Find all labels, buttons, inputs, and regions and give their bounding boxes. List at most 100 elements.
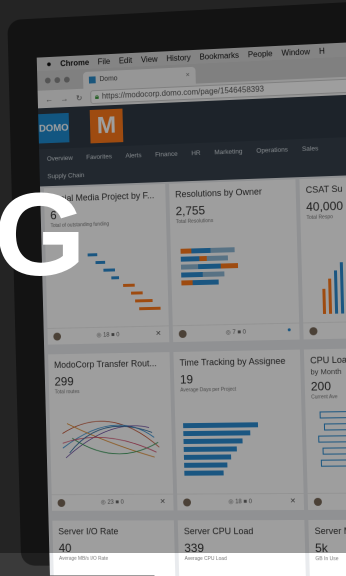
card-server-io[interactable]: Server I/O Rate 40 Average MB/s I/O Rate [52, 520, 176, 576]
avatar[interactable] [58, 499, 66, 507]
url-text: https://modocorp.domo.com/page/154645839… [102, 85, 264, 101]
menu-view[interactable]: View [141, 54, 158, 64]
card-value: 19 [180, 372, 193, 386]
menu-chrome[interactable]: Chrome [60, 58, 89, 68]
card-caption: Total Resolutions [176, 218, 213, 225]
menu-bookmarks[interactable]: Bookmarks [199, 50, 239, 61]
close-icon[interactable]: ✕ [290, 497, 296, 505]
apple-icon[interactable]: ● [46, 59, 51, 69]
box-plot [324, 423, 346, 430]
card-footer: ◎ 18 ■ 0 ✕ [177, 493, 304, 511]
menu-window[interactable]: Window [281, 47, 310, 57]
card-caption: Average Days per Project [180, 387, 236, 394]
card-title: Time Tracking by Assignee [179, 356, 285, 368]
screen: ● Chrome File Edit View History Bookmark… [37, 41, 346, 576]
avatar[interactable] [53, 333, 61, 341]
stacked-bar [181, 271, 224, 277]
g-letter-overlay: G [0, 176, 82, 294]
menu-people[interactable]: People [248, 49, 273, 59]
card-resolutions[interactable]: Resolutions by Owner 2,755 Total Resolut… [169, 179, 300, 342]
hbar [184, 462, 227, 467]
box-plot [320, 411, 346, 418]
card-title: CSAT Su [306, 184, 343, 195]
chat-icon[interactable]: ● [287, 327, 291, 334]
avatar[interactable] [314, 498, 322, 506]
zoom-window-icon[interactable] [64, 77, 70, 83]
avatar[interactable] [309, 327, 317, 335]
close-icon[interactable]: ✕ [160, 498, 166, 506]
nav-alerts[interactable]: Alerts [125, 152, 141, 160]
reload-icon[interactable]: ↻ [76, 93, 83, 102]
brand-logo[interactable]: M [90, 109, 124, 144]
nav-finance[interactable]: Finance [155, 151, 178, 159]
card-csat[interactable]: CSAT Su 40,000 Total Respo [299, 176, 346, 339]
card-title: Server CPU Load [184, 526, 254, 536]
hbar [183, 438, 242, 444]
card-value: 40,000 [306, 199, 343, 214]
card-value: 299 [54, 375, 73, 389]
domo-logo[interactable]: DOMO [38, 113, 69, 144]
card-caption: Current Ave [311, 394, 338, 400]
minimize-window-icon[interactable] [54, 77, 60, 83]
tab-title: Domo [99, 75, 117, 83]
menu-edit[interactable]: Edit [119, 55, 133, 65]
avatar[interactable] [179, 330, 187, 338]
box-plot [321, 459, 346, 466]
stacked-bar [181, 255, 228, 261]
avatar[interactable] [183, 498, 191, 506]
card-stats: ◎ 18 ■ 0 [96, 331, 119, 338]
back-arrow-icon[interactable]: ← [45, 94, 53, 103]
menu-file[interactable]: File [98, 57, 111, 66]
hbar [183, 422, 258, 428]
gantt-bar [95, 261, 105, 264]
card-title: Server Mem [315, 526, 346, 536]
card-transfer-routes[interactable]: ModoCorp Transfer Rout... 299 Total rout… [48, 352, 173, 511]
gantt-bar [131, 291, 143, 294]
forward-arrow-icon[interactable]: → [61, 94, 69, 103]
card-title: Server I/O Rate [58, 526, 118, 536]
box-plot [323, 447, 346, 454]
card-title: CPU Load [310, 355, 346, 366]
domo-favicon-icon [89, 76, 96, 83]
card-footer: ◎ 18 ■ 0 ✕ [47, 325, 169, 344]
card-stats: ◎ 18 ■ 0 [228, 498, 252, 505]
close-tab-icon[interactable]: × [186, 72, 190, 79]
card-grid: Social Media Project by F... 6 Total of … [44, 176, 346, 576]
card-title: Resolutions by Owner [175, 186, 262, 199]
column-bar [328, 279, 332, 314]
gantt-bar [103, 268, 115, 271]
card-time-tracking[interactable]: Time Tracking by Assignee 19 Average Day… [173, 350, 304, 511]
column-bar [340, 262, 344, 313]
close-icon[interactable]: ✕ [155, 329, 161, 337]
menu-history[interactable]: History [166, 53, 191, 63]
card-footer: ◎ 23 ■ 0 ✕ [52, 494, 174, 511]
card-server-cpu[interactable]: Server CPU Load 339 Average CPU Load [178, 520, 307, 576]
stacked-bar [181, 247, 235, 254]
card-footer: ◎ 7 ■ 0 ● [173, 323, 300, 343]
gantt-bar [111, 276, 119, 279]
nav-favorites[interactable]: Favorites [86, 153, 112, 161]
hbar [184, 454, 231, 459]
nav-operations[interactable]: Operations [256, 147, 288, 155]
nav-marketing[interactable]: Marketing [214, 148, 242, 156]
card-cpu-load[interactable]: CPU Load by Month 200 Current Ave [304, 348, 346, 510]
hbar [184, 446, 237, 451]
close-window-icon[interactable] [45, 77, 51, 83]
card-value: 5k [315, 541, 328, 555]
card-value: 200 [311, 379, 331, 393]
lock-icon: 🔒︎ [95, 92, 99, 101]
card-title: ModoCorp Transfer Rout... [54, 358, 157, 370]
card-subtitle: by Month [310, 367, 341, 377]
nav-overview[interactable]: Overview [47, 155, 73, 163]
card-caption: Total routes [55, 389, 80, 395]
column-bar [334, 270, 338, 313]
card-server-mem[interactable]: Server Mem 5k GB In Use [308, 520, 346, 576]
route-map-chart [57, 408, 165, 478]
nav-sales[interactable]: Sales [302, 145, 318, 153]
gantt-bar [123, 284, 135, 287]
hbar [184, 470, 223, 475]
menu-help[interactable]: H [319, 46, 325, 55]
nav-hr[interactable]: HR [191, 150, 200, 157]
card-caption: Average CPU Load [185, 556, 227, 562]
card-caption: Total Respo [306, 214, 333, 221]
